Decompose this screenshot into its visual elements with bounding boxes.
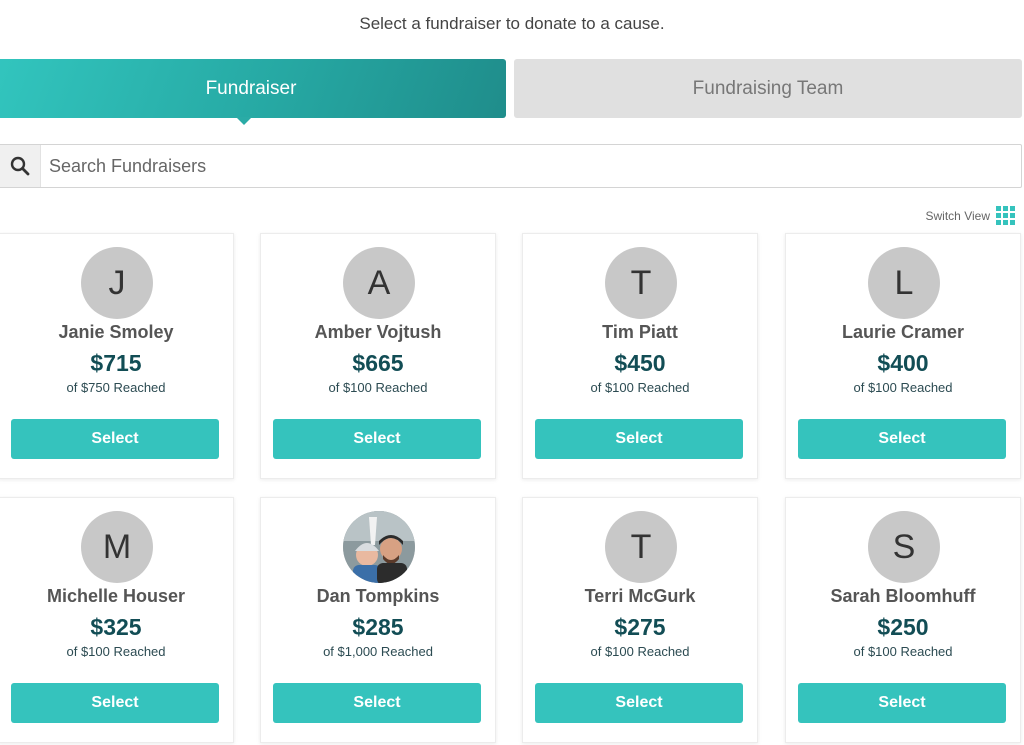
search-button[interactable] — [0, 145, 41, 187]
fundraiser-name: Sarah Bloomhuff — [830, 586, 976, 606]
tab-fundraiser-label: Fundraiser — [205, 77, 297, 99]
intro-text: Select a fundraiser to donate to a cause… — [359, 14, 665, 33]
goal-text: of $100 Reached — [66, 644, 166, 659]
profile-photo — [343, 511, 415, 583]
goal-text: of $100 Reached — [590, 644, 690, 659]
amount-raised: $285 — [352, 614, 404, 640]
goal-text: of $100 Reached — [853, 380, 953, 395]
fundraiser-card: Dan Tompkins $285 of $1,000 Reached Select — [260, 497, 496, 743]
amount-raised: $400 — [877, 350, 929, 376]
goal-text: of $100 Reached — [590, 380, 690, 395]
grid-view-icon — [996, 206, 1015, 225]
search-bar — [0, 144, 1022, 188]
amount-raised: $325 — [90, 614, 142, 640]
tab-fundraiser[interactable]: Fundraiser — [0, 59, 506, 125]
goal-text: of $100 Reached — [853, 644, 953, 659]
select-button[interactable]: Select — [798, 683, 1006, 723]
fundraiser-card: T Terri McGurk $275 of $100 Reached Select — [522, 497, 758, 743]
goal-text: of $750 Reached — [66, 380, 166, 395]
active-tab-pointer — [236, 117, 252, 125]
goal-text: of $1,000 Reached — [323, 644, 433, 659]
fundraiser-card: L Laurie Cramer $400 of $100 Reached Select — [785, 233, 1021, 479]
search-icon — [10, 156, 29, 176]
fundraiser-name: Janie Smoley — [58, 322, 174, 342]
amount-raised: $450 — [614, 350, 666, 376]
fundraiser-name: Dan Tompkins — [316, 586, 440, 606]
tab-fundraising-team-label: Fundraising Team — [692, 77, 844, 99]
avatar: M — [81, 511, 153, 583]
fundraiser-name: Amber Vojtush — [314, 322, 442, 342]
avatar — [343, 511, 415, 583]
fundraiser-name: Tim Piatt — [602, 322, 678, 342]
switch-view-button[interactable]: Switch View — [926, 206, 1015, 225]
search-input[interactable] — [41, 145, 1021, 187]
select-button[interactable]: Select — [11, 419, 219, 459]
fundraiser-card: J Janie Smoley $715 of $750 Reached Select — [0, 233, 234, 479]
goal-text: of $100 Reached — [328, 380, 428, 395]
tab-fundraising-team[interactable]: Fundraising Team — [514, 59, 1022, 118]
select-button[interactable]: Select — [273, 419, 481, 459]
fundraiser-card: S Sarah Bloomhuff $250 of $100 Reached Selec… — [785, 497, 1021, 743]
fundraiser-card: A Amber Vojtush $665 of $100 Reached Select — [260, 233, 496, 479]
amount-raised: $275 — [614, 614, 666, 640]
select-button[interactable]: Select — [273, 683, 481, 723]
avatar: L — [868, 247, 940, 319]
avatar: A — [343, 247, 415, 319]
amount-raised: $665 — [352, 350, 404, 376]
avatar: S — [868, 511, 940, 583]
switch-view-label: Switch View — [925, 208, 990, 223]
avatar: J — [81, 247, 153, 319]
select-button[interactable]: Select — [535, 683, 743, 723]
select-button[interactable]: Select — [535, 419, 743, 459]
fundraiser-card: M Michelle Houser $325 of $100 Reached Selec… — [0, 497, 234, 743]
avatar: T — [605, 247, 677, 319]
fundraiser-name: Laurie Cramer — [841, 322, 965, 342]
fundraiser-name: Terri McGurk — [584, 586, 696, 606]
amount-raised: $715 — [90, 350, 142, 376]
avatar: T — [605, 511, 677, 583]
amount-raised: $250 — [877, 614, 929, 640]
select-button[interactable]: Select — [798, 419, 1006, 459]
select-button[interactable]: Select — [11, 683, 219, 723]
fundraiser-card: T Tim Piatt $450 of $100 Reached Select — [522, 233, 758, 479]
fundraiser-name: Michelle Houser — [46, 586, 186, 606]
